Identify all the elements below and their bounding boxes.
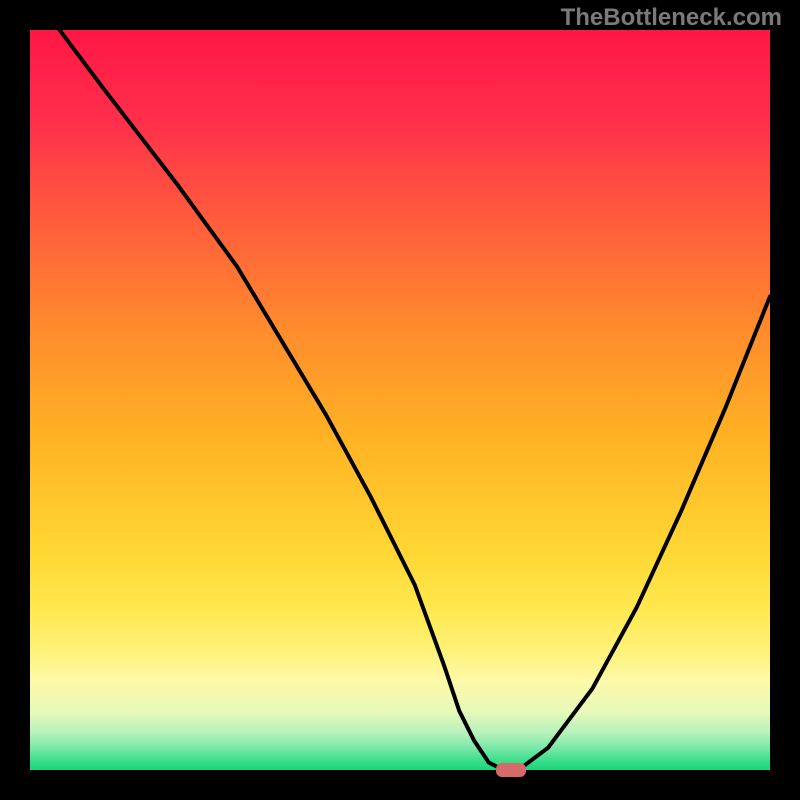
bottleneck-chart: TheBottleneck.com [0, 0, 800, 800]
watermark-label: TheBottleneck.com [561, 4, 782, 32]
chart-svg [0, 0, 800, 800]
plot-gradient-area [30, 30, 770, 770]
optimal-marker [496, 763, 526, 777]
